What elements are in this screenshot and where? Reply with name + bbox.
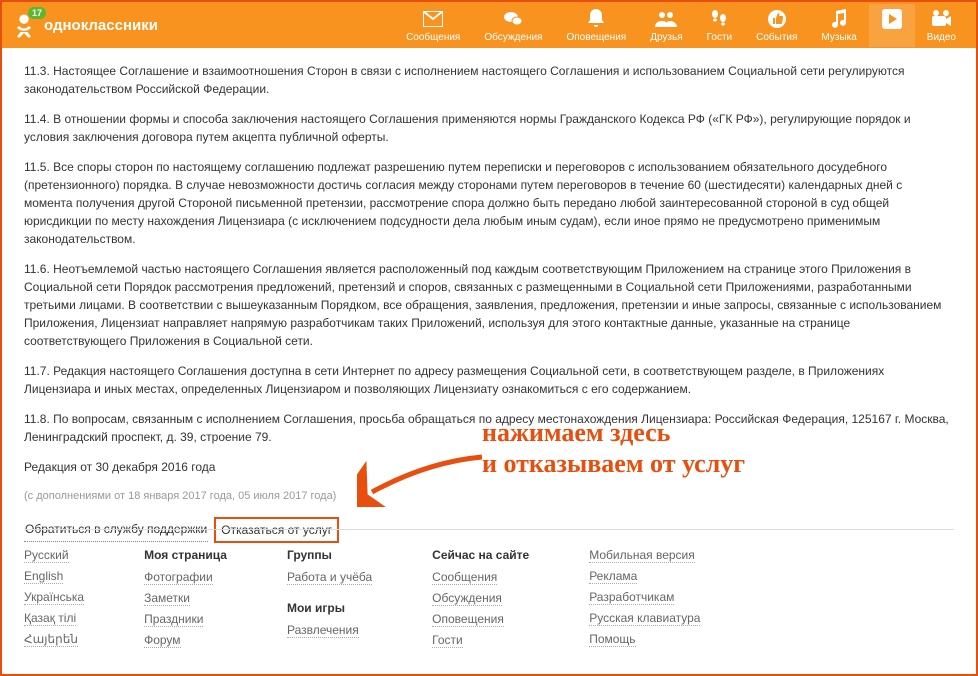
main-nav: Сообщения Обсуждения Оповещения Друзья Г… <box>394 4 968 47</box>
footer-link[interactable]: Форум <box>144 633 180 648</box>
footer-link[interactable]: Развлечения <box>287 623 359 638</box>
footer-online: Сейчас на сайте Сообщения Обсуждения Опо… <box>432 548 529 648</box>
nav-friends[interactable]: Друзья <box>638 4 694 47</box>
logo[interactable]: одноклассники 17 <box>10 11 158 39</box>
footer-link[interactable]: Работа и учёба <box>287 570 372 585</box>
site-name: одноклассники <box>44 17 158 34</box>
nav-guests[interactable]: Гости <box>695 4 744 47</box>
chat-icon <box>502 8 524 30</box>
footer-link[interactable]: Помощь <box>589 632 635 647</box>
footer-groups-games: Группы Работа и учёба Мои игры Развлечен… <box>287 548 372 648</box>
top-nav-bar: одноклассники 17 Сообщения Обсуждения Оп… <box>2 2 976 48</box>
footer-link[interactable]: Реклама <box>589 569 637 584</box>
notification-badge: 17 <box>28 7 46 19</box>
lang-link[interactable]: Русский <box>24 548 69 563</box>
nav-video[interactable]: Видео <box>915 4 968 47</box>
nav-messages[interactable]: Сообщения <box>394 4 472 47</box>
play-icon <box>881 8 903 30</box>
footer-link[interactable]: Заметки <box>144 591 190 606</box>
clause-11-5: 11.5. Все споры сторон по настоящему сог… <box>24 158 954 248</box>
supplement-dates: (с дополнениями от 18 января 2017 года, … <box>24 488 954 505</box>
footer-link[interactable]: Разработчикам <box>589 590 674 605</box>
lang-link[interactable]: Қазақ тілі <box>24 611 76 626</box>
clause-11-4: 11.4. В отношении формы и способа заключ… <box>24 110 954 146</box>
footprints-icon <box>708 8 730 30</box>
footer-link[interactable]: Русская клавиатура <box>589 611 700 626</box>
footer: Русский English Українська Қазақ тілі Հա… <box>24 529 954 666</box>
nav-music[interactable]: Музыка <box>809 4 868 47</box>
footer-link[interactable]: Обсуждения <box>432 591 502 606</box>
annotation-arrow-icon <box>357 447 487 507</box>
friends-icon <box>655 8 677 30</box>
footer-link[interactable]: Гости <box>432 633 463 648</box>
music-icon <box>828 8 850 30</box>
footer-misc: Мобильная версия Реклама Разработчикам Р… <box>589 548 700 648</box>
footer-link[interactable]: Праздники <box>144 612 203 627</box>
clause-11-7: 11.7. Редакция настоящего Соглашения дос… <box>24 362 954 398</box>
clause-11-6: 11.6. Неотъемлемой частью настоящего Сог… <box>24 260 954 350</box>
clause-11-3: 11.3. Настоящее Соглашение и взаимоотнош… <box>24 62 954 98</box>
footer-link[interactable]: Оповещения <box>432 612 504 627</box>
annotation-text: нажимаем здесь и отказываем от услуг <box>482 417 745 479</box>
envelope-icon <box>422 8 444 30</box>
footer-link[interactable]: Фотографии <box>144 570 213 585</box>
footer-languages: Русский English Українська Қазақ тілі Հա… <box>24 548 84 648</box>
footer-link[interactable]: Мобильная версия <box>589 548 695 563</box>
lang-link[interactable]: Հայերեն <box>24 632 78 647</box>
nav-discussions[interactable]: Обсуждения <box>472 4 554 47</box>
camera-icon <box>930 8 952 30</box>
nav-events[interactable]: События <box>744 4 809 47</box>
bell-icon <box>585 8 607 30</box>
lang-link[interactable]: English <box>24 569 63 584</box>
nav-video-play[interactable] <box>869 4 915 47</box>
footer-link[interactable]: Сообщения <box>432 570 497 585</box>
footer-my-page: Моя страница Фотографии Заметки Праздник… <box>144 548 227 648</box>
thumbs-up-icon <box>766 8 788 30</box>
lang-link[interactable]: Українська <box>24 590 84 605</box>
nav-notifications[interactable]: Оповещения <box>554 4 638 47</box>
